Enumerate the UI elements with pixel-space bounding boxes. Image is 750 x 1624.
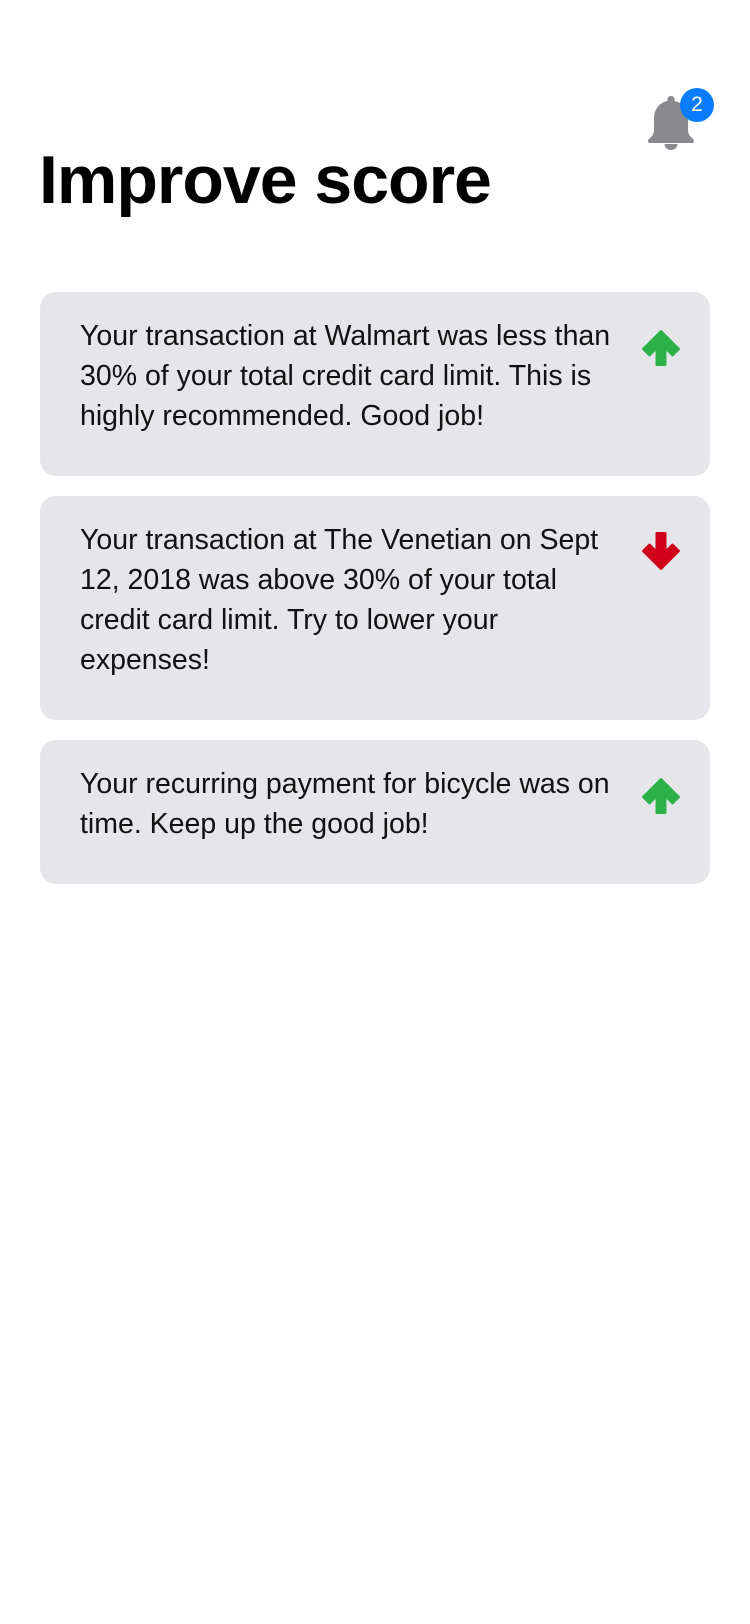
score-tip-card[interactable]: Your transaction at The Venetian on Sept…	[40, 496, 710, 720]
page-title: Improve score	[39, 142, 492, 218]
score-tip-text: Your transaction at The Venetian on Sept…	[80, 524, 599, 676]
score-tip-text: Your transaction at Walmart was less tha…	[80, 320, 611, 432]
score-tip-text: Your recurring payment for bicycle was o…	[80, 768, 610, 840]
arrow-up-icon	[638, 772, 684, 818]
improve-score-screen: 2 Improve score Your transaction at Walm…	[0, 0, 750, 1624]
arrow-up-icon	[638, 324, 684, 370]
notification-count-badge: 2	[680, 88, 714, 122]
score-tip-card[interactable]: Your transaction at Walmart was less tha…	[40, 292, 710, 476]
arrow-down-icon	[638, 528, 684, 574]
score-tip-card[interactable]: Your recurring payment for bicycle was o…	[40, 740, 710, 884]
notifications-button[interactable]: 2	[646, 88, 714, 154]
